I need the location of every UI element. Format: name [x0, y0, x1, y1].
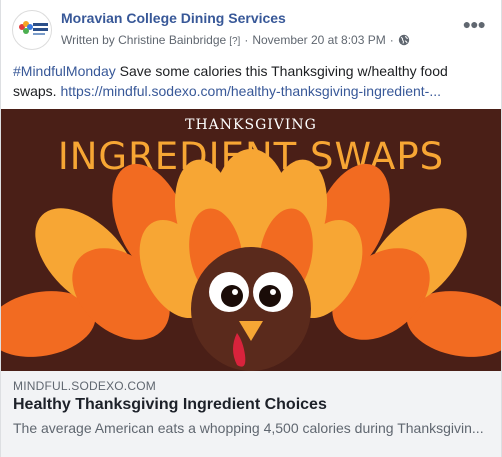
facebook-post: Moravian College Dining Services Written…: [0, 0, 502, 457]
meta-separator-2: ·: [389, 33, 394, 47]
author-line[interactable]: Written by Christine Bainbridge: [61, 33, 226, 47]
link-title[interactable]: Healthy Thanksgiving Ingredient Choices: [13, 396, 327, 414]
dining-logo-icon: [19, 21, 48, 35]
link-preview-card[interactable]: MINDFUL.SODEXO.COM Healthy Thanksgiving …: [1, 371, 501, 457]
page-avatar[interactable]: [12, 10, 52, 50]
turkey-body: [191, 247, 311, 371]
ellipsis-icon[interactable]: ●●●: [463, 16, 486, 32]
meta-separator: ·: [244, 33, 249, 47]
link-description: The average American eats a whopping 4,5…: [13, 420, 484, 436]
post-header: Moravian College Dining Services Written…: [1, 0, 501, 56]
link-preview-image[interactable]: THANKSGIVING INGREDIENT SWAPS: [1, 109, 501, 371]
author-info-tag[interactable]: [?]: [229, 36, 240, 47]
post-meta: Written by Christine Bainbridge [?] · Novem…: [61, 33, 410, 49]
post-url-link[interactable]: https://mindful.sodexo.com/healthy-thank…: [60, 83, 441, 99]
hashtag-link[interactable]: #MindfulMonday: [13, 63, 116, 79]
post-text: #MindfulMonday Save some calories this T…: [13, 61, 488, 101]
turkey-illustration: [1, 149, 501, 371]
globe-icon[interactable]: [398, 34, 410, 49]
page-name-link[interactable]: Moravian College Dining Services: [61, 10, 286, 26]
link-domain: MINDFUL.SODEXO.COM: [13, 379, 156, 393]
post-timestamp[interactable]: November 20 at 8:03 PM: [252, 33, 385, 47]
